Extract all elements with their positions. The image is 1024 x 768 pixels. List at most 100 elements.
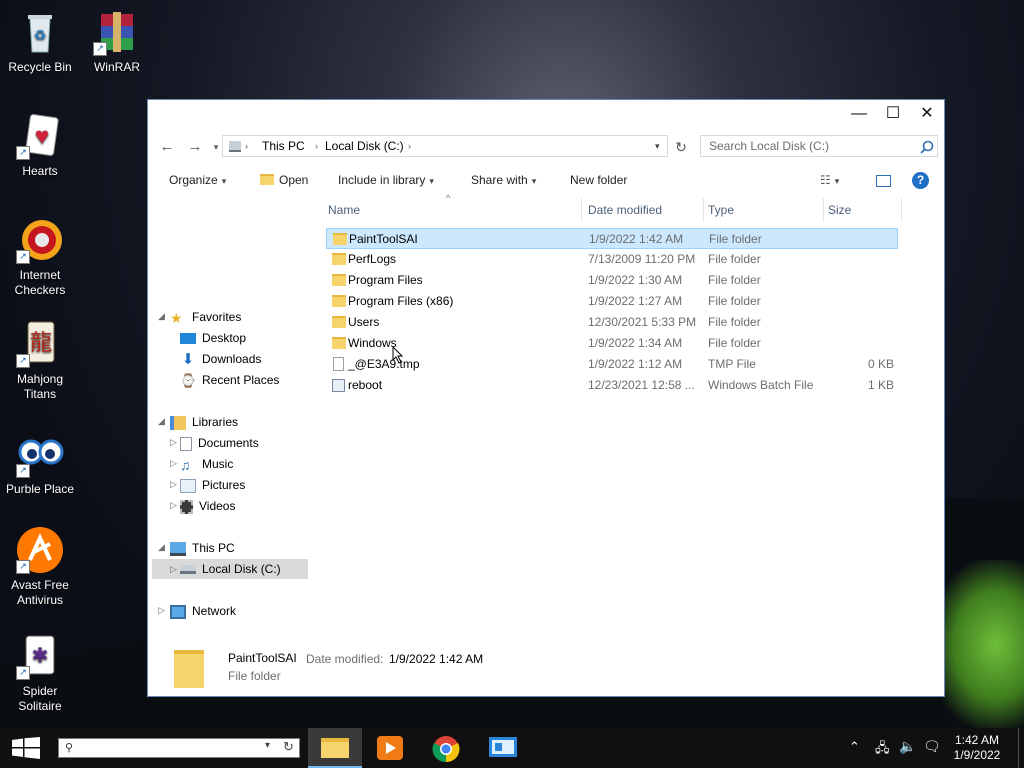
details-date-label: Date modified: <box>306 652 384 666</box>
nav-videos[interactable]: Videos <box>180 496 235 516</box>
file-row[interactable]: PerfLogs 7/13/2009 11:20 PM File folder <box>326 249 898 270</box>
expand-arrow-icon[interactable]: ▷ <box>170 479 177 490</box>
back-arrow-icon[interactable]: ← <box>157 137 177 157</box>
collapse-arrow-icon[interactable]: ◢ <box>158 542 165 553</box>
breadcrumb-separator: › <box>245 141 248 151</box>
open-button[interactable]: Open <box>260 173 308 187</box>
file-name: Windows <box>348 336 397 350</box>
batch-file-icon <box>332 379 345 392</box>
collapse-arrow-icon[interactable]: ◢ <box>158 416 165 427</box>
expand-arrow-icon[interactable]: ▷ <box>158 605 165 616</box>
column-header-type[interactable]: Type <box>704 198 824 222</box>
desktop-icon-purble-place[interactable]: ↗ Purble Place <box>0 430 80 497</box>
share-with-button[interactable]: Share with ▾ <box>471 173 536 187</box>
folder-icon <box>332 253 346 265</box>
column-header-name[interactable]: Name <box>324 198 582 222</box>
nav-label: Recent Places <box>202 373 280 387</box>
address-bar[interactable]: › This PC › Local Disk (C:) › ▾ <box>222 135 668 157</box>
collapse-arrow-icon[interactable]: ◢ <box>158 311 165 322</box>
file-type: File folder <box>709 232 762 246</box>
expand-arrow-icon[interactable]: ▷ <box>170 458 177 469</box>
volume-icon[interactable]: 🔈 <box>899 738 916 755</box>
details-date-value: 1/9/2022 1:42 AM <box>389 652 484 666</box>
desktop-icon-avast[interactable]: ↗ Avast Free Antivirus <box>0 526 80 608</box>
file-type: File folder <box>708 252 761 266</box>
breadcrumb-this-pc[interactable]: This PC <box>262 136 305 156</box>
desktop-icon-spider-solitaire[interactable]: ✱ ↗ Spider Solitaire <box>0 632 80 714</box>
file-row[interactable]: Program Files 1/9/2022 1:30 AM File fold… <box>326 270 898 291</box>
file-row[interactable]: Users 12/30/2021 5:33 PM File folder <box>326 312 898 333</box>
nav-local-disk[interactable]: ▷ Local Disk (C:) <box>152 559 308 579</box>
refresh-icon[interactable]: ↻ <box>671 137 691 157</box>
taskbar-media-player[interactable] <box>364 728 418 768</box>
column-header-date[interactable]: Date modified <box>584 198 704 222</box>
network-icon[interactable]: 🖧 <box>875 739 890 761</box>
include-in-library-button[interactable]: Include in library ▾ <box>338 173 434 187</box>
details-pane: PaintToolSAI Date modified: 1/9/2022 1:4… <box>148 640 944 698</box>
taskbar-chrome[interactable] <box>420 728 474 768</box>
desktop-icon-label: Hearts <box>22 164 58 178</box>
expand-arrow-icon[interactable]: ▷ <box>170 437 177 448</box>
nav-recent-places[interactable]: ⌚ Recent Places <box>180 370 279 390</box>
desktop-icon-mahjong-titans[interactable]: 龍 ↗ Mahjong Titans <box>0 320 80 402</box>
expand-arrow-icon[interactable]: ▷ <box>170 500 177 511</box>
organize-label: Organize <box>169 173 218 187</box>
taskbar-control-panel[interactable] <box>476 728 530 768</box>
file-row[interactable]: reboot 12/23/2021 12:58 ... Windows Batc… <box>326 375 898 396</box>
file-name: PerfLogs <box>348 252 397 266</box>
breadcrumb-local-disk[interactable]: Local Disk (C:) <box>325 136 404 156</box>
show-hidden-icons-chevron-icon[interactable]: ⌃ <box>849 739 860 755</box>
nav-label: Favorites <box>192 310 242 324</box>
maximize-button[interactable]: ☐ <box>876 100 910 130</box>
shortcut-arrow-icon: ↗ <box>16 666 30 680</box>
search-icon: ⚲ <box>65 742 74 754</box>
desktop-icon-recycle-bin[interactable]: ♻ Recycle Bin <box>0 8 80 75</box>
taskbar-search-input[interactable]: ⚲ ▾ ↻ <box>58 738 300 758</box>
folder-icon <box>333 233 347 245</box>
forward-arrow-icon[interactable]: → <box>185 137 205 157</box>
shortcut-arrow-icon: ↗ <box>16 560 30 574</box>
breadcrumb-separator: › <box>315 141 318 151</box>
file-row[interactable]: _@E3A9.tmp 1/9/2022 1:12 AM TMP File 0 K… <box>326 354 898 375</box>
file-row[interactable]: Windows 1/9/2022 1:34 AM File folder <box>326 333 898 354</box>
nav-music[interactable]: ♫ Music <box>180 454 233 474</box>
view-options-icon[interactable]: ☷ ▾ <box>820 173 839 187</box>
new-folder-button[interactable]: New folder <box>570 173 627 187</box>
close-button[interactable]: ✕ <box>910 100 944 130</box>
minimize-button[interactable]: — <box>842 100 876 130</box>
address-row: ← → ▾ › This PC › Local Disk (C:) › ▾ ↻ … <box>148 133 944 161</box>
file-date: 1/9/2022 1:30 AM <box>588 273 683 287</box>
shortcut-arrow-icon: ↗ <box>16 146 30 160</box>
file-row[interactable]: Program Files (x86) 1/9/2022 1:27 AM Fil… <box>326 291 898 312</box>
nav-documents[interactable]: Documents <box>180 433 259 453</box>
star-icon: ★ <box>170 309 183 326</box>
nav-network[interactable]: Network <box>170 601 236 621</box>
file-row[interactable]: PaintToolSAI 1/9/2022 1:42 AM File folde… <box>326 228 898 249</box>
nav-libraries[interactable]: Libraries <box>170 412 238 432</box>
desktop-icon-hearts[interactable]: ♥ ↗ Hearts <box>0 112 80 179</box>
column-header-size[interactable]: Size <box>824 198 902 222</box>
organize-button[interactable]: Organize ▾ <box>169 173 226 187</box>
desktop-icon-label: Mahjong Titans <box>16 372 64 401</box>
desktop-icon-winrar[interactable]: ↗ WinRAR <box>77 8 157 75</box>
preview-pane-icon[interactable] <box>876 175 891 187</box>
nav-this-pc[interactable]: This PC <box>170 538 235 558</box>
start-button[interactable] <box>12 737 40 762</box>
file-date: 1/9/2022 1:34 AM <box>588 336 683 350</box>
expand-arrow-icon[interactable]: ▷ <box>170 559 177 579</box>
search-input[interactable]: Search Local Disk (C:) <box>700 135 938 157</box>
address-dropdown-chevron-icon[interactable]: ▾ <box>655 136 660 156</box>
pictures-icon <box>180 478 196 493</box>
nav-pictures[interactable]: Pictures <box>180 475 245 495</box>
nav-downloads[interactable]: ⬇ Downloads <box>180 349 262 369</box>
drive-icon <box>229 141 241 152</box>
action-center-icon[interactable]: 🗨 <box>923 738 941 755</box>
desktop-icon-internet-checkers[interactable]: ↗ Internet Checkers <box>0 216 80 298</box>
clock[interactable]: 1:42 AM 1/9/2022 <box>949 733 1005 763</box>
help-icon[interactable]: ? <box>912 172 929 189</box>
taskbar-file-explorer[interactable] <box>308 728 362 768</box>
nav-desktop[interactable]: Desktop <box>180 328 246 348</box>
nav-favorites[interactable]: ★ Favorites <box>170 307 241 327</box>
chevron-down-icon: ▾ <box>429 176 434 186</box>
show-desktop-button[interactable] <box>1018 728 1019 768</box>
